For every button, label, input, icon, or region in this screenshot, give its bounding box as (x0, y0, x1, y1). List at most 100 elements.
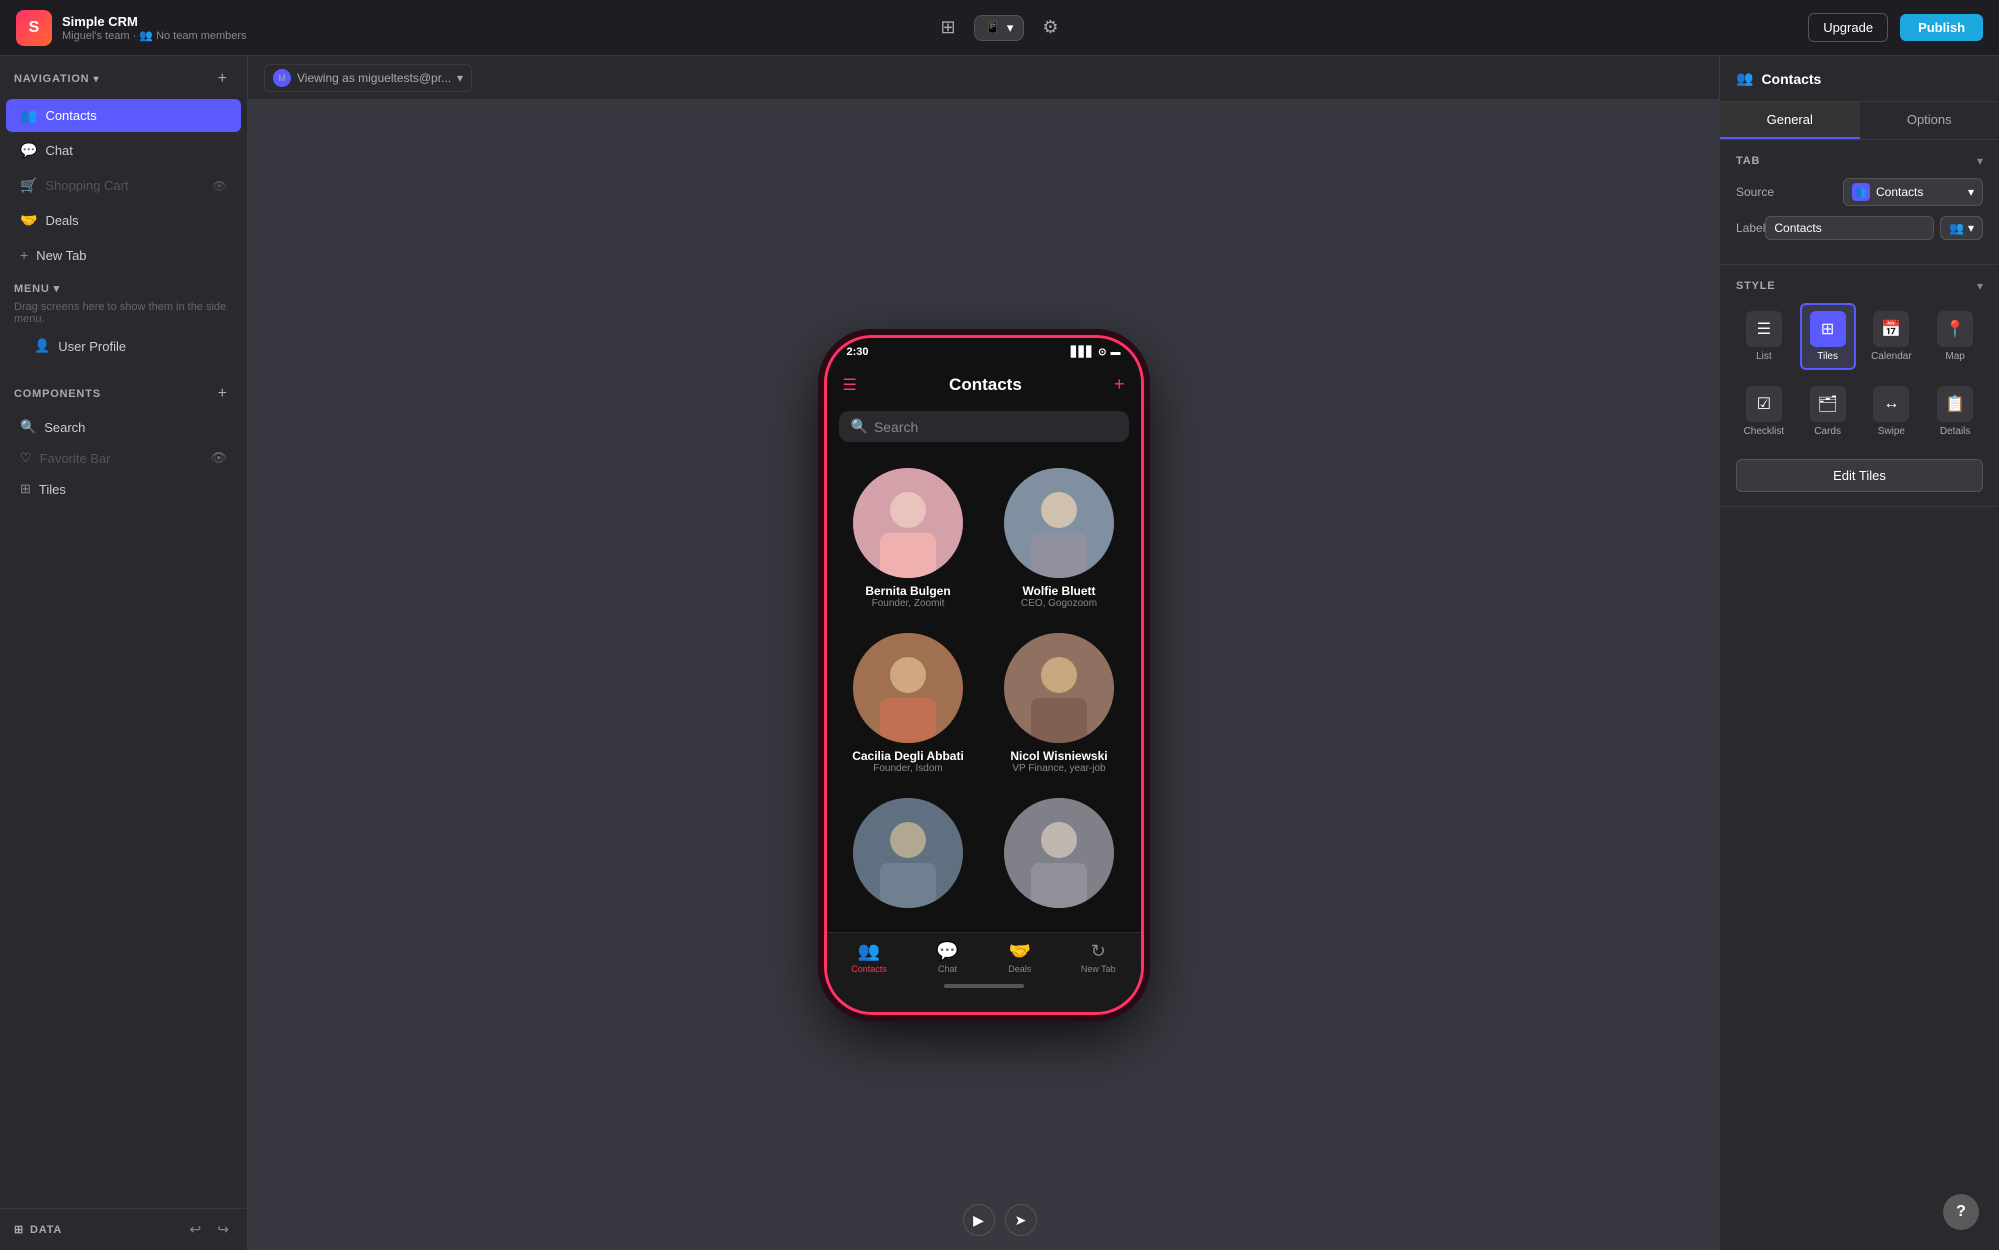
cart-hidden-icon: 👁 (212, 179, 227, 193)
cart-icon: 🛒 (20, 177, 37, 194)
contact-tile-cacilia[interactable]: Cacilia Degli Abbati Founder, Isdom (837, 625, 980, 782)
style-option-details[interactable]: 📋 Details (1927, 378, 1983, 445)
tab-options[interactable]: Options (1860, 102, 1999, 139)
style-option-checklist[interactable]: ☑ Checklist (1736, 378, 1792, 445)
app-team: Miguel's team · 👥 No team members (62, 29, 247, 42)
topbar-right: Upgrade Publish (1080, 13, 1983, 42)
phone-mockup: 2:30 ▋▋▋ ⊙ ▬ ☰ Contacts + 🔍 (824, 335, 1144, 1015)
add-component-button[interactable]: + (212, 383, 233, 405)
phone-nav-contacts-icon: 👥 (858, 941, 880, 962)
component-favorite-label: Favorite Bar (40, 451, 111, 466)
phone-icon: 📱 (985, 20, 1001, 36)
sidebar-item-shopping-cart[interactable]: 🛒 Shopping Cart 👁 (6, 169, 241, 202)
signal-icon: ▋▋▋ (1071, 347, 1094, 358)
style-option-list[interactable]: ☰ List (1736, 303, 1792, 370)
device-label: ▾ (1007, 20, 1014, 36)
style-option-swipe[interactable]: ↔ Swipe (1864, 378, 1920, 445)
phone-time: 2:30 (847, 346, 869, 358)
phone-nav-deals[interactable]: 🤝 Deals (1008, 941, 1031, 974)
user-profile-label: User Profile (58, 339, 126, 354)
phone-nav-new-tab[interactable]: ↻ New Tab (1081, 941, 1116, 974)
phone-search-bar[interactable]: 🔍 Search (839, 411, 1129, 442)
contact-tile-5[interactable] (837, 790, 980, 922)
chat-icon: 💬 (20, 142, 37, 159)
viewing-as-selector[interactable]: M Viewing as migueltests@pr... ▾ (264, 64, 472, 92)
menu-title: MENU ▾ (14, 282, 233, 295)
app-name: Simple CRM (62, 14, 247, 29)
contact-name-bernita: Bernita Bulgen (865, 584, 950, 598)
contact-tile-bernita[interactable]: Bernita Bulgen Founder, Zoomit (837, 460, 980, 617)
component-search[interactable]: 🔍 Search (6, 412, 241, 442)
add-nav-button[interactable]: + (212, 68, 233, 90)
component-favorite-bar[interactable]: ♡ Favorite Bar 👁 (6, 443, 241, 473)
user-profile-item[interactable]: 👤 User Profile (20, 332, 227, 360)
deals-icon: 🤝 (20, 212, 37, 229)
topbar-left: S Simple CRM Miguel's team · 👥 No team m… (16, 10, 919, 46)
contact-tile-6[interactable] (988, 790, 1131, 922)
contact-avatar-wolfie (1004, 468, 1114, 578)
label-icon-button[interactable]: 👥 ▾ (1940, 216, 1983, 240)
style-option-cards[interactable]: 🗂 Cards (1800, 378, 1856, 445)
upgrade-button[interactable]: Upgrade (1808, 13, 1888, 42)
contact-title-wolfie: CEO, Gogozoom (1021, 598, 1097, 609)
style-option-tiles[interactable]: ⊞ Tiles (1800, 303, 1856, 370)
source-select[interactable]: 👥 Contacts ▾ (1843, 178, 1983, 206)
device-selector[interactable]: 📱 ▾ (974, 15, 1025, 41)
sidebar-item-chat[interactable]: 💬 Chat (6, 134, 241, 167)
help-button[interactable]: ? (1943, 1194, 1979, 1230)
hamburger-icon[interactable]: ☰ (843, 375, 857, 395)
style-swipe-label: Swipe (1878, 426, 1905, 437)
contact-tile-wolfie[interactable]: Wolfie Bluett CEO, Gogozoom (988, 460, 1131, 617)
tab-general[interactable]: General (1720, 102, 1860, 139)
contact-avatar-bernita (853, 468, 963, 578)
phone-nav-chat[interactable]: 💬 Chat (936, 941, 958, 974)
send-button[interactable]: ➤ (1005, 1204, 1037, 1236)
grid-view-button[interactable]: ⊞ (931, 11, 966, 44)
style-option-map[interactable]: 📍 Map (1927, 303, 1983, 370)
phone-nav-new-tab-label: New Tab (1081, 964, 1116, 974)
style-details-label: Details (1940, 426, 1971, 437)
sidebar-item-new-tab[interactable]: + New Tab (6, 239, 241, 271)
phone-nav-newtab-icon: ↻ (1091, 941, 1106, 962)
contact-name-wolfie: Wolfie Bluett (1022, 584, 1095, 598)
redo-button[interactable]: ↪ (213, 1219, 233, 1240)
edit-tiles-button[interactable]: Edit Tiles (1736, 459, 1983, 492)
label-input-group: 👥 ▾ (1765, 216, 1983, 240)
style-options-grid: ☰ List ⊞ Tiles 📅 Calendar 📍 Map (1736, 303, 1983, 445)
bottom-actions: ▶ ➤ (963, 1204, 1037, 1236)
style-option-calendar[interactable]: 📅 Calendar (1864, 303, 1920, 370)
favorite-hidden-icon: 👁 (210, 450, 227, 466)
play-button[interactable]: ▶ (963, 1204, 995, 1236)
label-label: Label (1736, 221, 1765, 235)
publish-button[interactable]: Publish (1900, 14, 1983, 41)
tab-general-label: General (1767, 112, 1813, 127)
phone-nav-contacts[interactable]: 👥 Contacts (851, 941, 887, 974)
source-value: Contacts (1876, 185, 1923, 199)
contact-tile-nicol[interactable]: Nicol Wisniewski VP Finance, year-job (988, 625, 1131, 782)
sidebar-item-deals[interactable]: 🤝 Deals (6, 204, 241, 237)
phone-nav-contacts-label: Contacts (851, 964, 887, 974)
component-search-label: Search (44, 420, 85, 435)
label-field[interactable] (1765, 216, 1934, 240)
contact-avatar-5 (853, 798, 963, 908)
settings-button[interactable]: ⚙ (1032, 11, 1068, 44)
phone-content: Bernita Bulgen Founder, Zoomit (827, 450, 1141, 932)
sidebar-item-contacts[interactable]: 👥 Contacts (6, 99, 241, 132)
tab-section-arrow-icon: ▾ (1977, 154, 1983, 168)
panel-header-icon: 👥 (1736, 70, 1753, 87)
tab-options-label: Options (1907, 112, 1952, 127)
canvas-area: M Viewing as migueltests@pr... ▾ 2:30 ▋▋… (248, 56, 1719, 1250)
help-icon: ? (1956, 1203, 1966, 1221)
panel-tab-section-header: TAB ▾ (1736, 154, 1983, 168)
phone-nav-deals-icon: 🤝 (1009, 941, 1031, 962)
style-section-arrow-icon: ▾ (1977, 279, 1983, 293)
calendar-icon: 📅 (1873, 311, 1909, 347)
style-checklist-label: Checklist (1744, 426, 1785, 437)
style-section-title: STYLE (1736, 280, 1775, 292)
component-tiles[interactable]: ⊞ Tiles (6, 474, 241, 504)
undo-button[interactable]: ↩ (186, 1219, 206, 1240)
components-section: COMPONENTS + 🔍 Search ♡ Favorite Bar 👁 ⊞ (0, 373, 247, 505)
home-bar (944, 984, 1024, 988)
phone-add-icon[interactable]: + (1114, 374, 1125, 395)
contacts-grid: Bernita Bulgen Founder, Zoomit (837, 460, 1131, 922)
